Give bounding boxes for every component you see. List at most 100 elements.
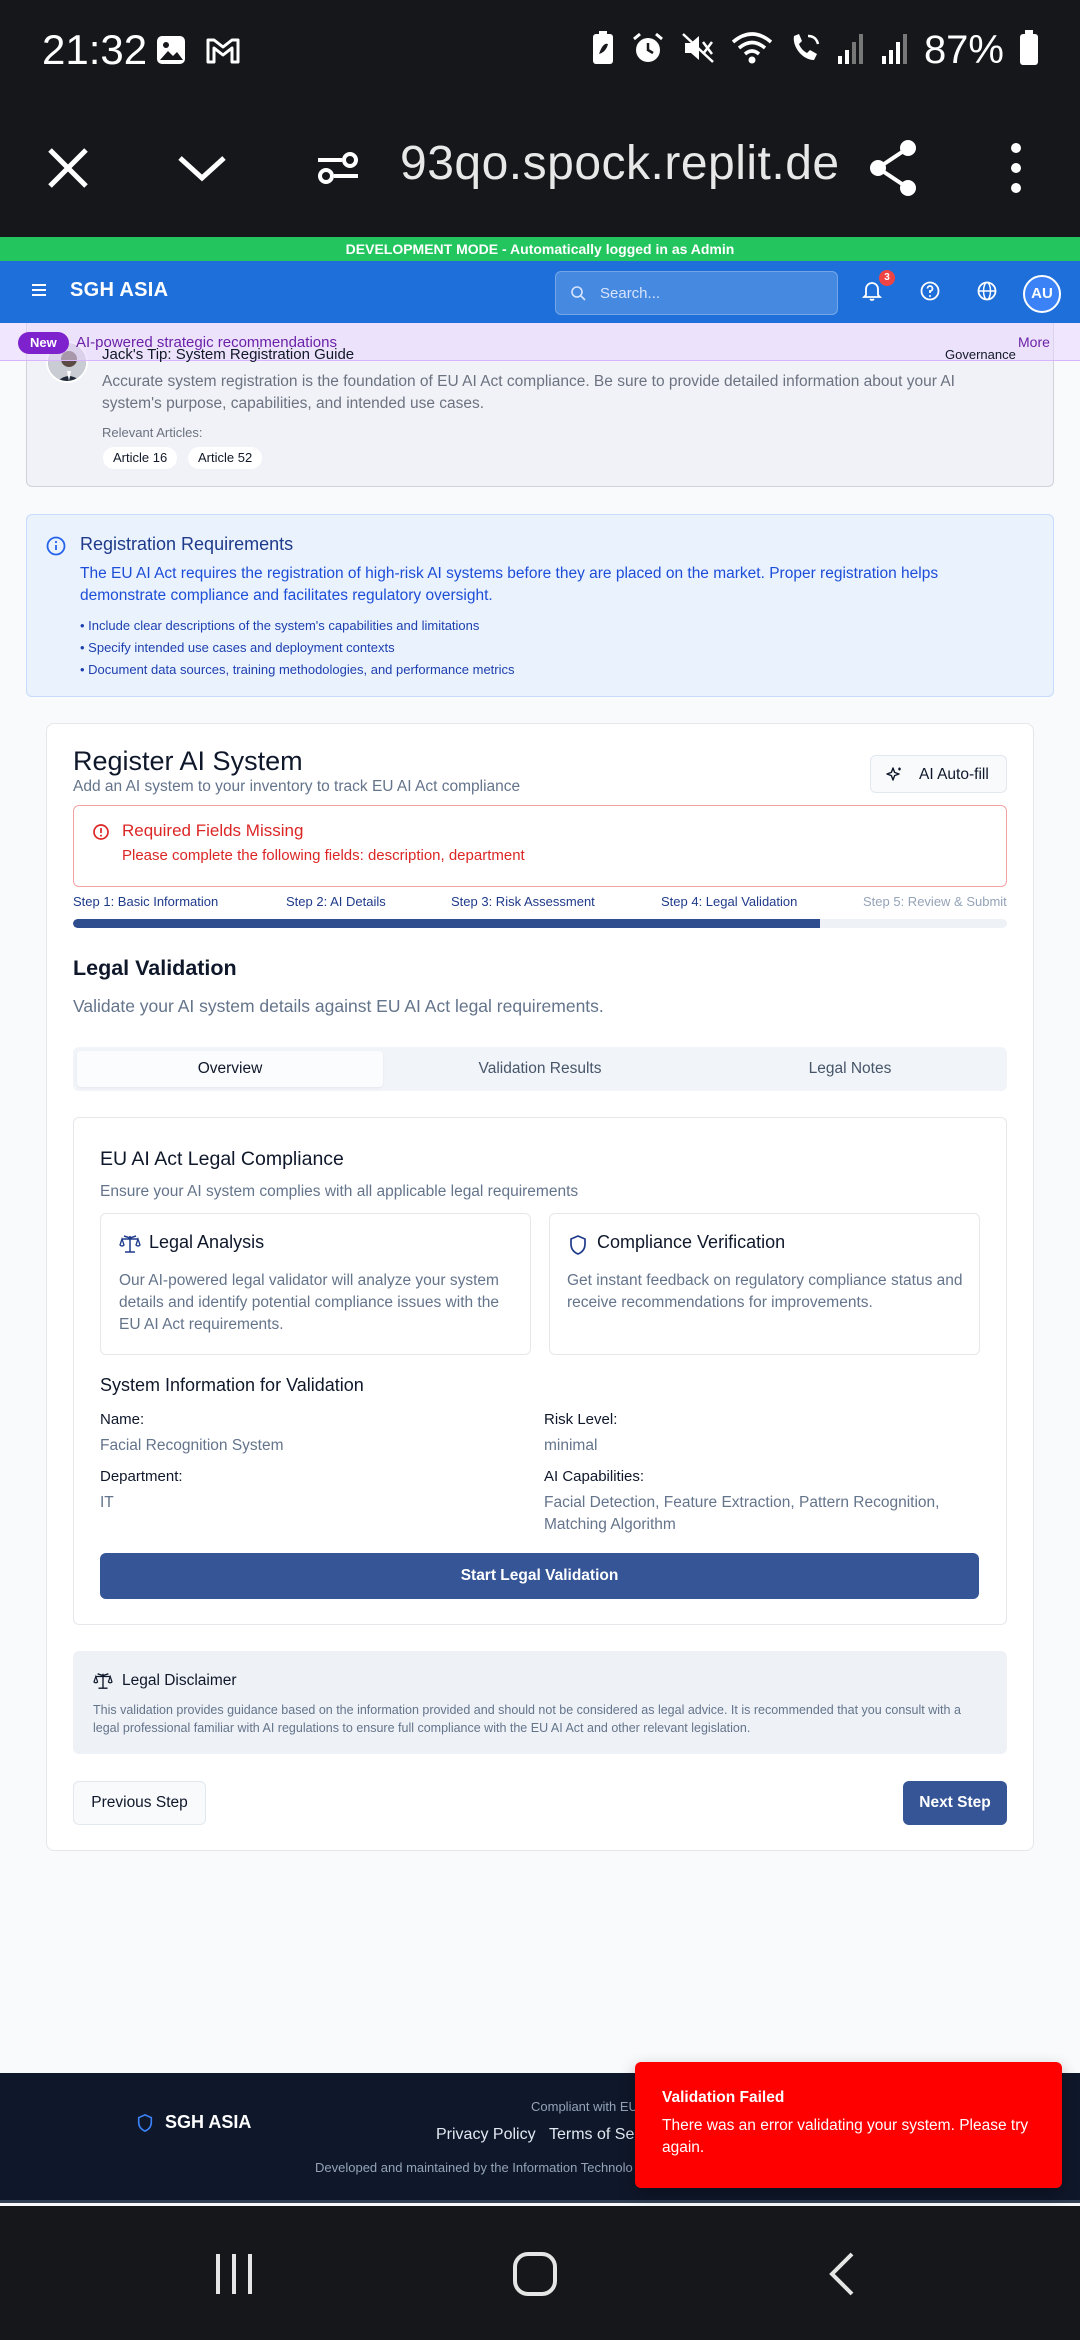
more-vert-icon[interactable]: [1006, 138, 1026, 203]
status-bar: 21:32 87%: [0, 0, 1080, 100]
page-subtitle: Add an AI system to your inventory to tr…: [73, 778, 521, 795]
signal-icon: [836, 30, 866, 71]
battery-icon: [1018, 29, 1040, 72]
notification-badge: 3: [879, 270, 895, 286]
section-title: Legal Validation: [73, 956, 237, 980]
scale-icon: [119, 1234, 141, 1259]
search-box[interactable]: [555, 271, 838, 315]
system-nav-bar: [0, 2206, 1080, 2340]
recent-apps-icon[interactable]: [212, 2250, 256, 2303]
tab-overview[interactable]: Overview: [77, 1051, 383, 1087]
name-label: Name:: [100, 1411, 145, 1428]
signal-icon: [880, 30, 910, 71]
battery-saver-icon: [590, 30, 616, 71]
footer-compliant-text: Compliant with EU: [531, 2099, 638, 2114]
name-value: Facial Recognition System: [100, 1437, 284, 1454]
search-icon: [570, 285, 586, 306]
department-label: Department:: [100, 1468, 183, 1485]
list-item: • Include clear descriptions of the syst…: [80, 618, 480, 633]
department-value: IT: [100, 1494, 114, 1511]
ai-capabilities-label: AI Capabilities:: [544, 1468, 645, 1485]
terms-link[interactable]: Terms of Se: [549, 2126, 634, 2144]
autofill-label: AI Auto-fill: [919, 766, 989, 783]
step-label[interactable]: Step 1: Basic Information: [73, 894, 218, 909]
page-title: Register AI System: [73, 746, 303, 776]
privacy-policy-link[interactable]: Privacy Policy: [436, 2126, 536, 2144]
step-label[interactable]: Step 4: Legal Validation: [661, 894, 797, 909]
close-icon[interactable]: [44, 138, 92, 203]
tip-title: Jack's Tip: System Registration Guide: [102, 346, 355, 363]
list-item: • Specify intended use cases and deploym…: [80, 640, 395, 655]
tab-list: Overview Validation Results Legal Notes: [73, 1047, 1007, 1091]
wifi-icon: [730, 30, 774, 71]
url-bar[interactable]: 93qo.spock.replit.dev: [400, 136, 840, 191]
gmail-icon: [205, 34, 241, 71]
requirements-list: • Include clear descriptions of the syst…: [80, 615, 515, 681]
system-info-title: System Information for Validation: [100, 1375, 364, 1395]
ai-autofill-button[interactable]: AI Auto-fill: [870, 755, 1007, 793]
compliance-title: EU AI Act Legal Compliance: [100, 1148, 344, 1170]
wifi-calling-icon: [788, 30, 822, 71]
brand-name[interactable]: SGH ASIA: [70, 279, 168, 302]
bell-icon[interactable]: [861, 280, 883, 307]
more-link[interactable]: More: [1018, 334, 1050, 350]
tip-body: Accurate system registration is the foun…: [102, 373, 955, 412]
share-icon[interactable]: [866, 138, 922, 203]
search-input[interactable]: [600, 272, 830, 314]
article-chip[interactable]: Article 16: [103, 447, 178, 469]
chevron-down-icon[interactable]: [174, 138, 230, 203]
alarm-icon: [630, 30, 666, 71]
section-subtitle: Validate your AI system details against …: [73, 996, 604, 1016]
article-chip[interactable]: Article 52: [188, 447, 263, 469]
requirements-title: Registration Requirements: [80, 534, 294, 554]
list-item: • Document data sources, training method…: [80, 662, 515, 677]
back-icon[interactable]: [824, 2250, 858, 2303]
toast-title: Validation Failed: [662, 2089, 785, 2106]
mute-icon: [680, 30, 716, 71]
disclaimer-body: This validation provides guidance based …: [93, 1703, 961, 1735]
step-label[interactable]: Step 2: AI Details: [286, 894, 386, 909]
start-legal-validation-button[interactable]: Start Legal Validation: [100, 1553, 979, 1599]
step-label[interactable]: Step 5: Review & Submit: [863, 894, 1007, 909]
compliance-subtitle: Ensure your AI system complies with all …: [100, 1183, 579, 1200]
app-header: SGH ASIA: [0, 261, 1080, 323]
governance-tag: Governance: [945, 347, 1016, 362]
new-badge: New: [18, 332, 69, 354]
footer-brand: SGH ASIA: [165, 2112, 252, 2132]
step-label[interactable]: Step 3: Risk Assessment: [451, 894, 595, 909]
risk-level-label: Risk Level:: [544, 1411, 618, 1428]
menu-icon[interactable]: [30, 281, 48, 304]
ai-capabilities-value: Facial Detection, Feature Extraction, Pa…: [544, 1494, 940, 1533]
previous-step-button[interactable]: Previous Step: [73, 1781, 206, 1825]
image-icon: [155, 34, 187, 71]
disclaimer-title: Legal Disclaimer: [122, 1672, 237, 1689]
scale-icon: [93, 1672, 113, 1695]
legal-analysis-body: Our AI-powered legal validator will anal…: [119, 1272, 499, 1333]
footer-developed-text: Developed and maintained by the Informat…: [315, 2160, 633, 2175]
user-avatar[interactable]: AU: [1023, 275, 1061, 313]
dev-mode-banner: DEVELOPMENT MODE - Automatically logged …: [0, 237, 1080, 261]
compliance-verification-body: Get instant feedback on regulatory compl…: [567, 1272, 963, 1311]
globe-icon[interactable]: [976, 280, 998, 307]
help-icon[interactable]: [919, 280, 941, 307]
error-alert: [73, 805, 1007, 887]
relevant-articles-label: Relevant Articles:: [102, 425, 203, 440]
next-step-button[interactable]: Next Step: [903, 1781, 1007, 1825]
tab-validation-results[interactable]: Validation Results: [387, 1051, 693, 1087]
alert-circle-icon: [92, 823, 110, 846]
error-title: Required Fields Missing: [122, 821, 304, 840]
shield-icon: [568, 1234, 588, 1261]
progress-fill: [73, 919, 821, 928]
risk-level-value: minimal: [544, 1437, 598, 1454]
toast-message: There was an error validating your syste…: [662, 2117, 1029, 2156]
site-settings-icon[interactable]: [314, 138, 362, 203]
legal-analysis-title: Legal Analysis: [149, 1232, 265, 1252]
progress-bar: [73, 919, 1007, 928]
status-time: 21:32: [42, 26, 148, 73]
browser-toolbar: 93qo.spock.replit.dev: [0, 100, 1080, 237]
shield-icon: [136, 2113, 154, 2138]
requirements-body: The EU AI Act requires the registration …: [80, 565, 939, 604]
sparkles-icon: [885, 766, 903, 789]
home-icon[interactable]: [511, 2250, 559, 2303]
tab-legal-notes[interactable]: Legal Notes: [697, 1051, 1003, 1087]
